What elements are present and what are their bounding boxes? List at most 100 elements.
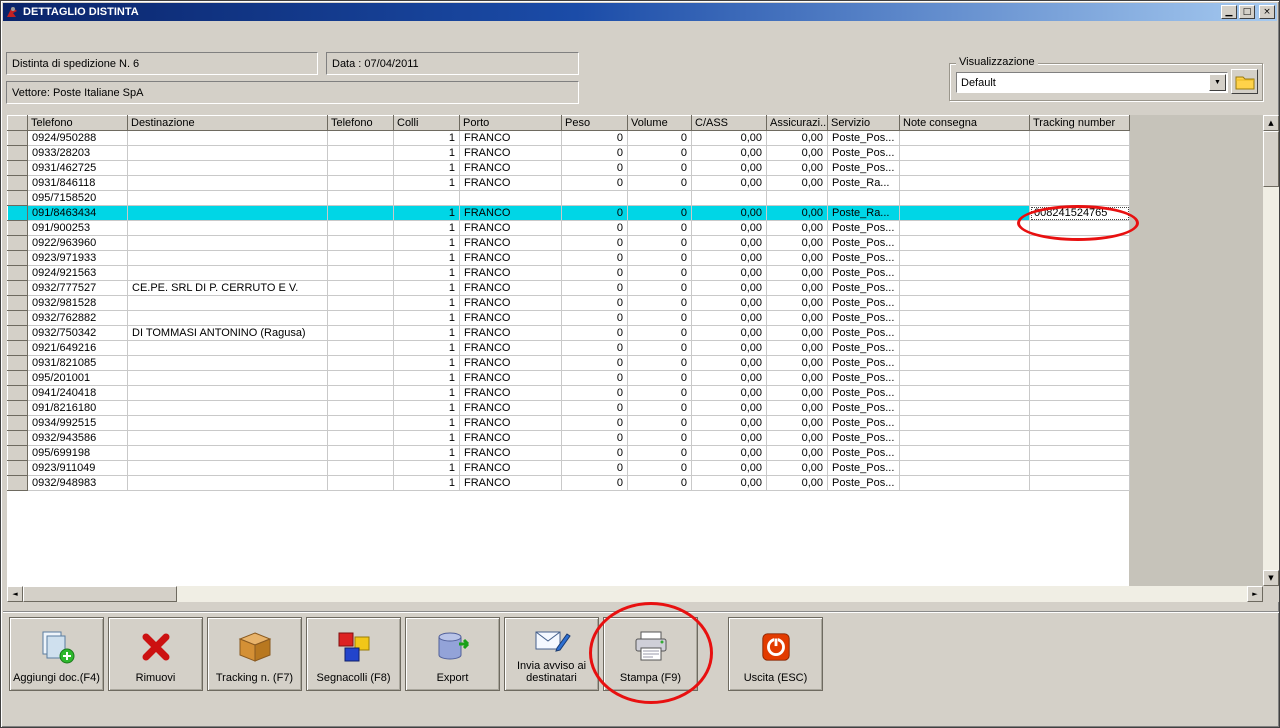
grid-cell[interactable]: 1 — [393, 295, 460, 311]
grid-cell[interactable]: 0 — [627, 235, 692, 251]
grid-cell[interactable] — [899, 415, 1030, 431]
grid-cell[interactable]: FRANCO — [459, 175, 562, 191]
grid-cell[interactable]: 0,00 — [766, 325, 828, 341]
vertical-scrollbar[interactable]: ▲ ▼ — [1263, 115, 1279, 586]
grid-cell[interactable]: 1 — [393, 250, 460, 266]
grid-cell[interactable]: 1 — [393, 370, 460, 386]
grid-cell[interactable]: FRANCO — [459, 310, 562, 326]
grid-row[interactable]: 0921/649216 1 FRANCO 0 0 0,00 0,00 Poste_Pos... — [7, 340, 1130, 356]
grid-cell[interactable]: 1 — [393, 220, 460, 236]
grid-cell[interactable]: 0923/911049 — [27, 460, 128, 476]
grid-cell[interactable]: 0,00 — [691, 430, 767, 446]
grid-cell[interactable] — [561, 190, 628, 206]
grid-cell[interactable]: 0932/981528 — [27, 295, 128, 311]
grid-cell[interactable]: 1 — [393, 160, 460, 176]
grid-cell[interactable]: Poste_Pos... — [827, 295, 900, 311]
grid-cell[interactable] — [327, 265, 394, 281]
grid-cell[interactable]: CE.PE. SRL DI P. CERRUTO E V. — [127, 280, 328, 296]
grid-cell[interactable]: 0,00 — [766, 400, 828, 416]
grid-cell[interactable]: 091/8463434 — [27, 205, 128, 221]
grid-cell[interactable] — [327, 475, 394, 491]
grid-cell[interactable] — [899, 220, 1030, 236]
grid-cell[interactable] — [127, 145, 328, 161]
grid-cell[interactable]: 0,00 — [691, 130, 767, 146]
grid-cell[interactable]: 0,00 — [691, 310, 767, 326]
tracking-number-cell[interactable] — [1029, 355, 1130, 371]
grid-cell[interactable] — [899, 175, 1030, 191]
grid-cell[interactable]: Poste_Pos... — [827, 445, 900, 461]
grid-cell[interactable]: 1 — [393, 400, 460, 416]
column-header[interactable]: Telefono — [27, 115, 128, 131]
grid-cell[interactable]: 0 — [561, 220, 628, 236]
row-selector[interactable] — [7, 280, 28, 296]
restore-button[interactable]: □ — [1239, 5, 1255, 19]
tracking-number-cell[interactable] — [1029, 250, 1130, 266]
grid-cell[interactable]: 0 — [627, 430, 692, 446]
aggiungi-doc-button[interactable]: Aggiungi doc.(F4) — [9, 617, 104, 691]
grid-row[interactable]: 0932/948983 1 FRANCO 0 0 0,00 0,00 Poste_Pos... — [7, 475, 1130, 491]
horizontal-scrollbar[interactable]: ◄ ► — [7, 586, 1263, 602]
grid-cell[interactable] — [127, 175, 328, 191]
grid-cell[interactable]: 1 — [393, 130, 460, 146]
grid-cell[interactable]: Poste_Pos... — [827, 310, 900, 326]
grid-cell[interactable]: Poste_Pos... — [827, 460, 900, 476]
grid-cell[interactable] — [327, 145, 394, 161]
grid-cell[interactable]: Poste_Pos... — [827, 475, 900, 491]
column-header[interactable]: Tracking number — [1029, 115, 1130, 131]
grid-cell[interactable]: 0 — [561, 385, 628, 401]
grid-cell[interactable]: 0,00 — [691, 415, 767, 431]
grid-cell[interactable]: 0 — [561, 400, 628, 416]
grid-cell[interactable]: 0,00 — [691, 370, 767, 386]
grid-cell[interactable]: FRANCO — [459, 385, 562, 401]
grid-cell[interactable]: 0932/762882 — [27, 310, 128, 326]
grid-cell[interactable] — [899, 160, 1030, 176]
grid-cell[interactable]: 0,00 — [766, 160, 828, 176]
grid-cell[interactable]: 0,00 — [766, 385, 828, 401]
grid-cell[interactable]: 0 — [627, 265, 692, 281]
grid-cell[interactable] — [327, 220, 394, 236]
grid-cell[interactable] — [899, 445, 1030, 461]
grid-cell[interactable]: 0 — [627, 355, 692, 371]
grid-cell[interactable]: 0 — [561, 145, 628, 161]
grid-cell[interactable]: 0,00 — [691, 385, 767, 401]
row-selector[interactable] — [7, 145, 28, 161]
grid-cell[interactable]: 0 — [561, 160, 628, 176]
grid-cell[interactable] — [899, 355, 1030, 371]
grid-cell[interactable]: 0,00 — [691, 205, 767, 221]
column-header[interactable]: Volume — [627, 115, 692, 131]
grid-row[interactable]: 0924/921563 1 FRANCO 0 0 0,00 0,00 Poste_Pos... — [7, 265, 1130, 281]
grid-cell[interactable]: Poste_Pos... — [827, 235, 900, 251]
scroll-right-button[interactable]: ► — [1247, 586, 1263, 602]
grid-cell[interactable]: 1 — [393, 430, 460, 446]
grid-cell[interactable] — [899, 130, 1030, 146]
row-selector[interactable] — [7, 370, 28, 386]
export-button[interactable]: Export — [405, 617, 500, 691]
grid-cell[interactable]: Poste_Pos... — [827, 415, 900, 431]
row-selector[interactable] — [7, 475, 28, 491]
grid-cell[interactable] — [827, 190, 900, 206]
grid-cell[interactable]: 0,00 — [691, 145, 767, 161]
grid-cell[interactable]: 0 — [627, 475, 692, 491]
grid-cell[interactable]: 0941/240418 — [27, 385, 128, 401]
grid-cell[interactable]: 0 — [561, 355, 628, 371]
minimize-button[interactable]: ▁ — [1221, 5, 1237, 19]
invia-avviso-button[interactable]: Invia avviso ai destinatari — [504, 617, 599, 691]
grid-cell[interactable] — [327, 370, 394, 386]
stampa-button[interactable]: Stampa (F9) — [603, 617, 698, 691]
grid-cell[interactable] — [127, 160, 328, 176]
grid-cell[interactable]: 1 — [393, 175, 460, 191]
grid-cell[interactable] — [327, 250, 394, 266]
tracking-number-cell[interactable] — [1029, 265, 1130, 281]
tracking-number-cell[interactable] — [1029, 295, 1130, 311]
grid-cell[interactable]: 1 — [393, 340, 460, 356]
grid-cell[interactable]: FRANCO — [459, 145, 562, 161]
grid-cell[interactable] — [127, 370, 328, 386]
grid-cell[interactable] — [327, 235, 394, 251]
grid-cell[interactable]: Poste_Pos... — [827, 130, 900, 146]
grid-cell[interactable]: FRANCO — [459, 205, 562, 221]
grid-cell[interactable]: Poste_Pos... — [827, 340, 900, 356]
grid-cell[interactable]: 1 — [393, 475, 460, 491]
grid-cell[interactable]: 0,00 — [766, 130, 828, 146]
tracking-number-cell[interactable] — [1029, 385, 1130, 401]
grid-cell[interactable]: 1 — [393, 355, 460, 371]
